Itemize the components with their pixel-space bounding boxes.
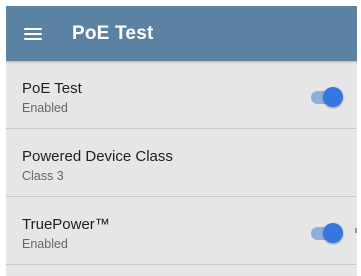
setting-row-powered-device-class[interactable]: Powered Device Class Class 3 bbox=[6, 129, 357, 197]
truepower-toggle[interactable] bbox=[309, 223, 343, 243]
screen: PoE Test PoE Test Enabled Powered Device… bbox=[6, 6, 357, 276]
setting-row-poe-test[interactable]: PoE Test Enabled bbox=[6, 61, 357, 129]
app-bar: PoE Test bbox=[6, 6, 357, 61]
setting-subtitle: Enabled bbox=[22, 101, 68, 115]
setting-title: PoE Test bbox=[22, 80, 82, 97]
switch-thumb bbox=[323, 87, 343, 107]
scrollbar[interactable] bbox=[355, 228, 357, 233]
setting-subtitle: Enabled bbox=[22, 237, 68, 251]
setting-title: TruePower™ bbox=[22, 216, 110, 233]
setting-subtitle: Class 3 bbox=[22, 169, 64, 183]
switch-thumb bbox=[323, 223, 343, 243]
hamburger-menu-icon[interactable] bbox=[24, 26, 46, 42]
page-title: PoE Test bbox=[72, 22, 154, 44]
poe-test-toggle[interactable] bbox=[309, 87, 343, 107]
setting-title: Powered Device Class bbox=[22, 148, 173, 165]
setting-row-truepower[interactable]: TruePower™ Enabled bbox=[6, 197, 357, 265]
